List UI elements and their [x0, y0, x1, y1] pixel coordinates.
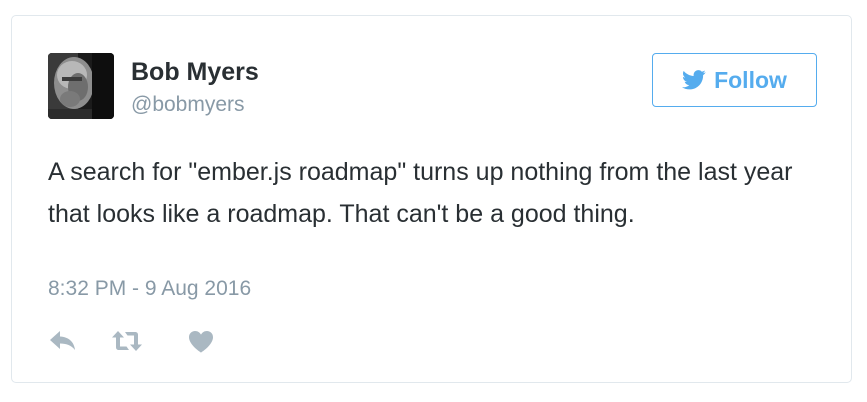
twitter-bird-icon	[682, 70, 706, 90]
tweet-text: A search for "ember.js roadmap" turns up…	[48, 158, 793, 228]
retweet-icon	[112, 331, 142, 351]
author-handle[interactable]: @bobmyers	[131, 92, 245, 118]
follow-button[interactable]: Follow	[652, 53, 817, 107]
like-button[interactable]	[186, 326, 216, 356]
tweet-actions	[48, 326, 216, 356]
avatar[interactable]	[48, 53, 114, 119]
heart-icon	[189, 330, 213, 352]
reply-icon	[50, 331, 75, 350]
author-name[interactable]: Bob Myers	[131, 57, 259, 87]
tweet-card: Bob Myers @bobmyers Follow A search for …	[11, 15, 852, 383]
reply-button[interactable]	[48, 326, 78, 356]
follow-button-label: Follow	[714, 66, 787, 93]
avatar-photo	[48, 53, 114, 119]
tweet-timestamp[interactable]: 8:32 PM - 9 Aug 2016	[48, 276, 251, 302]
retweet-button[interactable]	[112, 326, 142, 356]
